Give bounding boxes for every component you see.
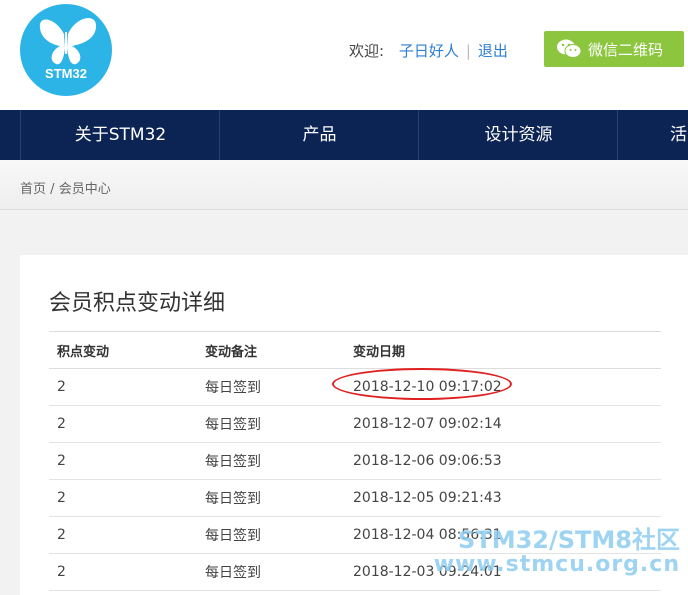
remark-cell: 每日签到 (197, 516, 345, 554)
table-row: 2 每日签到 2018-12-05 09:21:43 (49, 479, 661, 517)
points-cell: 2 (49, 442, 197, 480)
date-cell: 2018-12-10 09:17:02 (345, 368, 661, 406)
wechat-label: 微信二维码 (588, 40, 664, 59)
remark-cell: 每日签到 (197, 442, 345, 480)
nav-item-design-resources[interactable]: 设计资源 (418, 110, 618, 160)
watermark-line2: www.stmcu.org.cn (433, 552, 680, 578)
breadcrumb-separator: / (50, 182, 55, 197)
separator: | (465, 42, 471, 60)
username-link[interactable]: 子日好人 (399, 42, 459, 60)
date-cell: 2018-12-05 09:21:43 (345, 479, 661, 517)
stm32-logo[interactable]: STM32 (20, 4, 112, 96)
table-row: 2 每日签到 2018-12-07 09:02:14 (49, 405, 661, 443)
column-header-remark: 变动备注 (197, 331, 345, 369)
nav-item-activities[interactable]: 活 (617, 110, 688, 160)
page-title: 会员积点变动详细 (49, 291, 226, 316)
table-row: 2 每日签到 2018-12-10 09:17:02 (49, 368, 661, 406)
points-cell: 2 (49, 405, 197, 443)
breadcrumb-current: 会员中心 (58, 182, 111, 197)
date-cell: 2018-12-07 09:02:14 (345, 405, 661, 443)
table-row: 2 每日签到 2018-12-06 09:06:53 (49, 442, 661, 480)
wechat-icon (557, 39, 582, 58)
breadcrumb: 首页 / 会员中心 (20, 178, 111, 197)
remark-cell: 每日签到 (197, 553, 345, 591)
user-area: 欢迎: 子日好人 | 退出 (349, 40, 508, 61)
nav-item-products[interactable]: 产品 (219, 110, 419, 160)
column-header-points: 积点变动 (49, 331, 197, 369)
wechat-qrcode-button[interactable]: 微信二维码 (544, 31, 684, 67)
remark-cell: 每日签到 (197, 368, 345, 406)
site-watermark: STM32/STM8社区 www.stmcu.org.cn (433, 526, 680, 578)
date-cell: 2018-12-06 09:06:53 (345, 442, 661, 480)
nav-item-about[interactable]: 关于STM32 (20, 110, 220, 160)
logo-text: STM32 (45, 66, 87, 81)
butterfly-logo-icon: STM32 (20, 4, 112, 96)
points-cell: 2 (49, 516, 197, 554)
column-header-date: 变动日期 (345, 331, 661, 369)
breadcrumb-bar: 首页 / 会员中心 (0, 160, 688, 210)
main-nav: 关于STM32 产品 设计资源 活 (0, 110, 688, 160)
points-cell: 2 (49, 479, 197, 517)
points-cell: 2 (49, 368, 197, 406)
points-cell: 2 (49, 553, 197, 591)
remark-cell: 每日签到 (197, 405, 345, 443)
logout-link[interactable]: 退出 (478, 42, 508, 60)
welcome-label: 欢迎: (349, 42, 385, 60)
table-header-row: 积点变动 变动备注 变动日期 (49, 331, 661, 369)
remark-cell: 每日签到 (197, 479, 345, 517)
breadcrumb-home[interactable]: 首页 (20, 182, 46, 197)
site-header: STM32 欢迎: 子日好人 | 退出 微信二维码 (0, 0, 688, 110)
watermark-line1: STM32/STM8社区 (458, 526, 680, 554)
